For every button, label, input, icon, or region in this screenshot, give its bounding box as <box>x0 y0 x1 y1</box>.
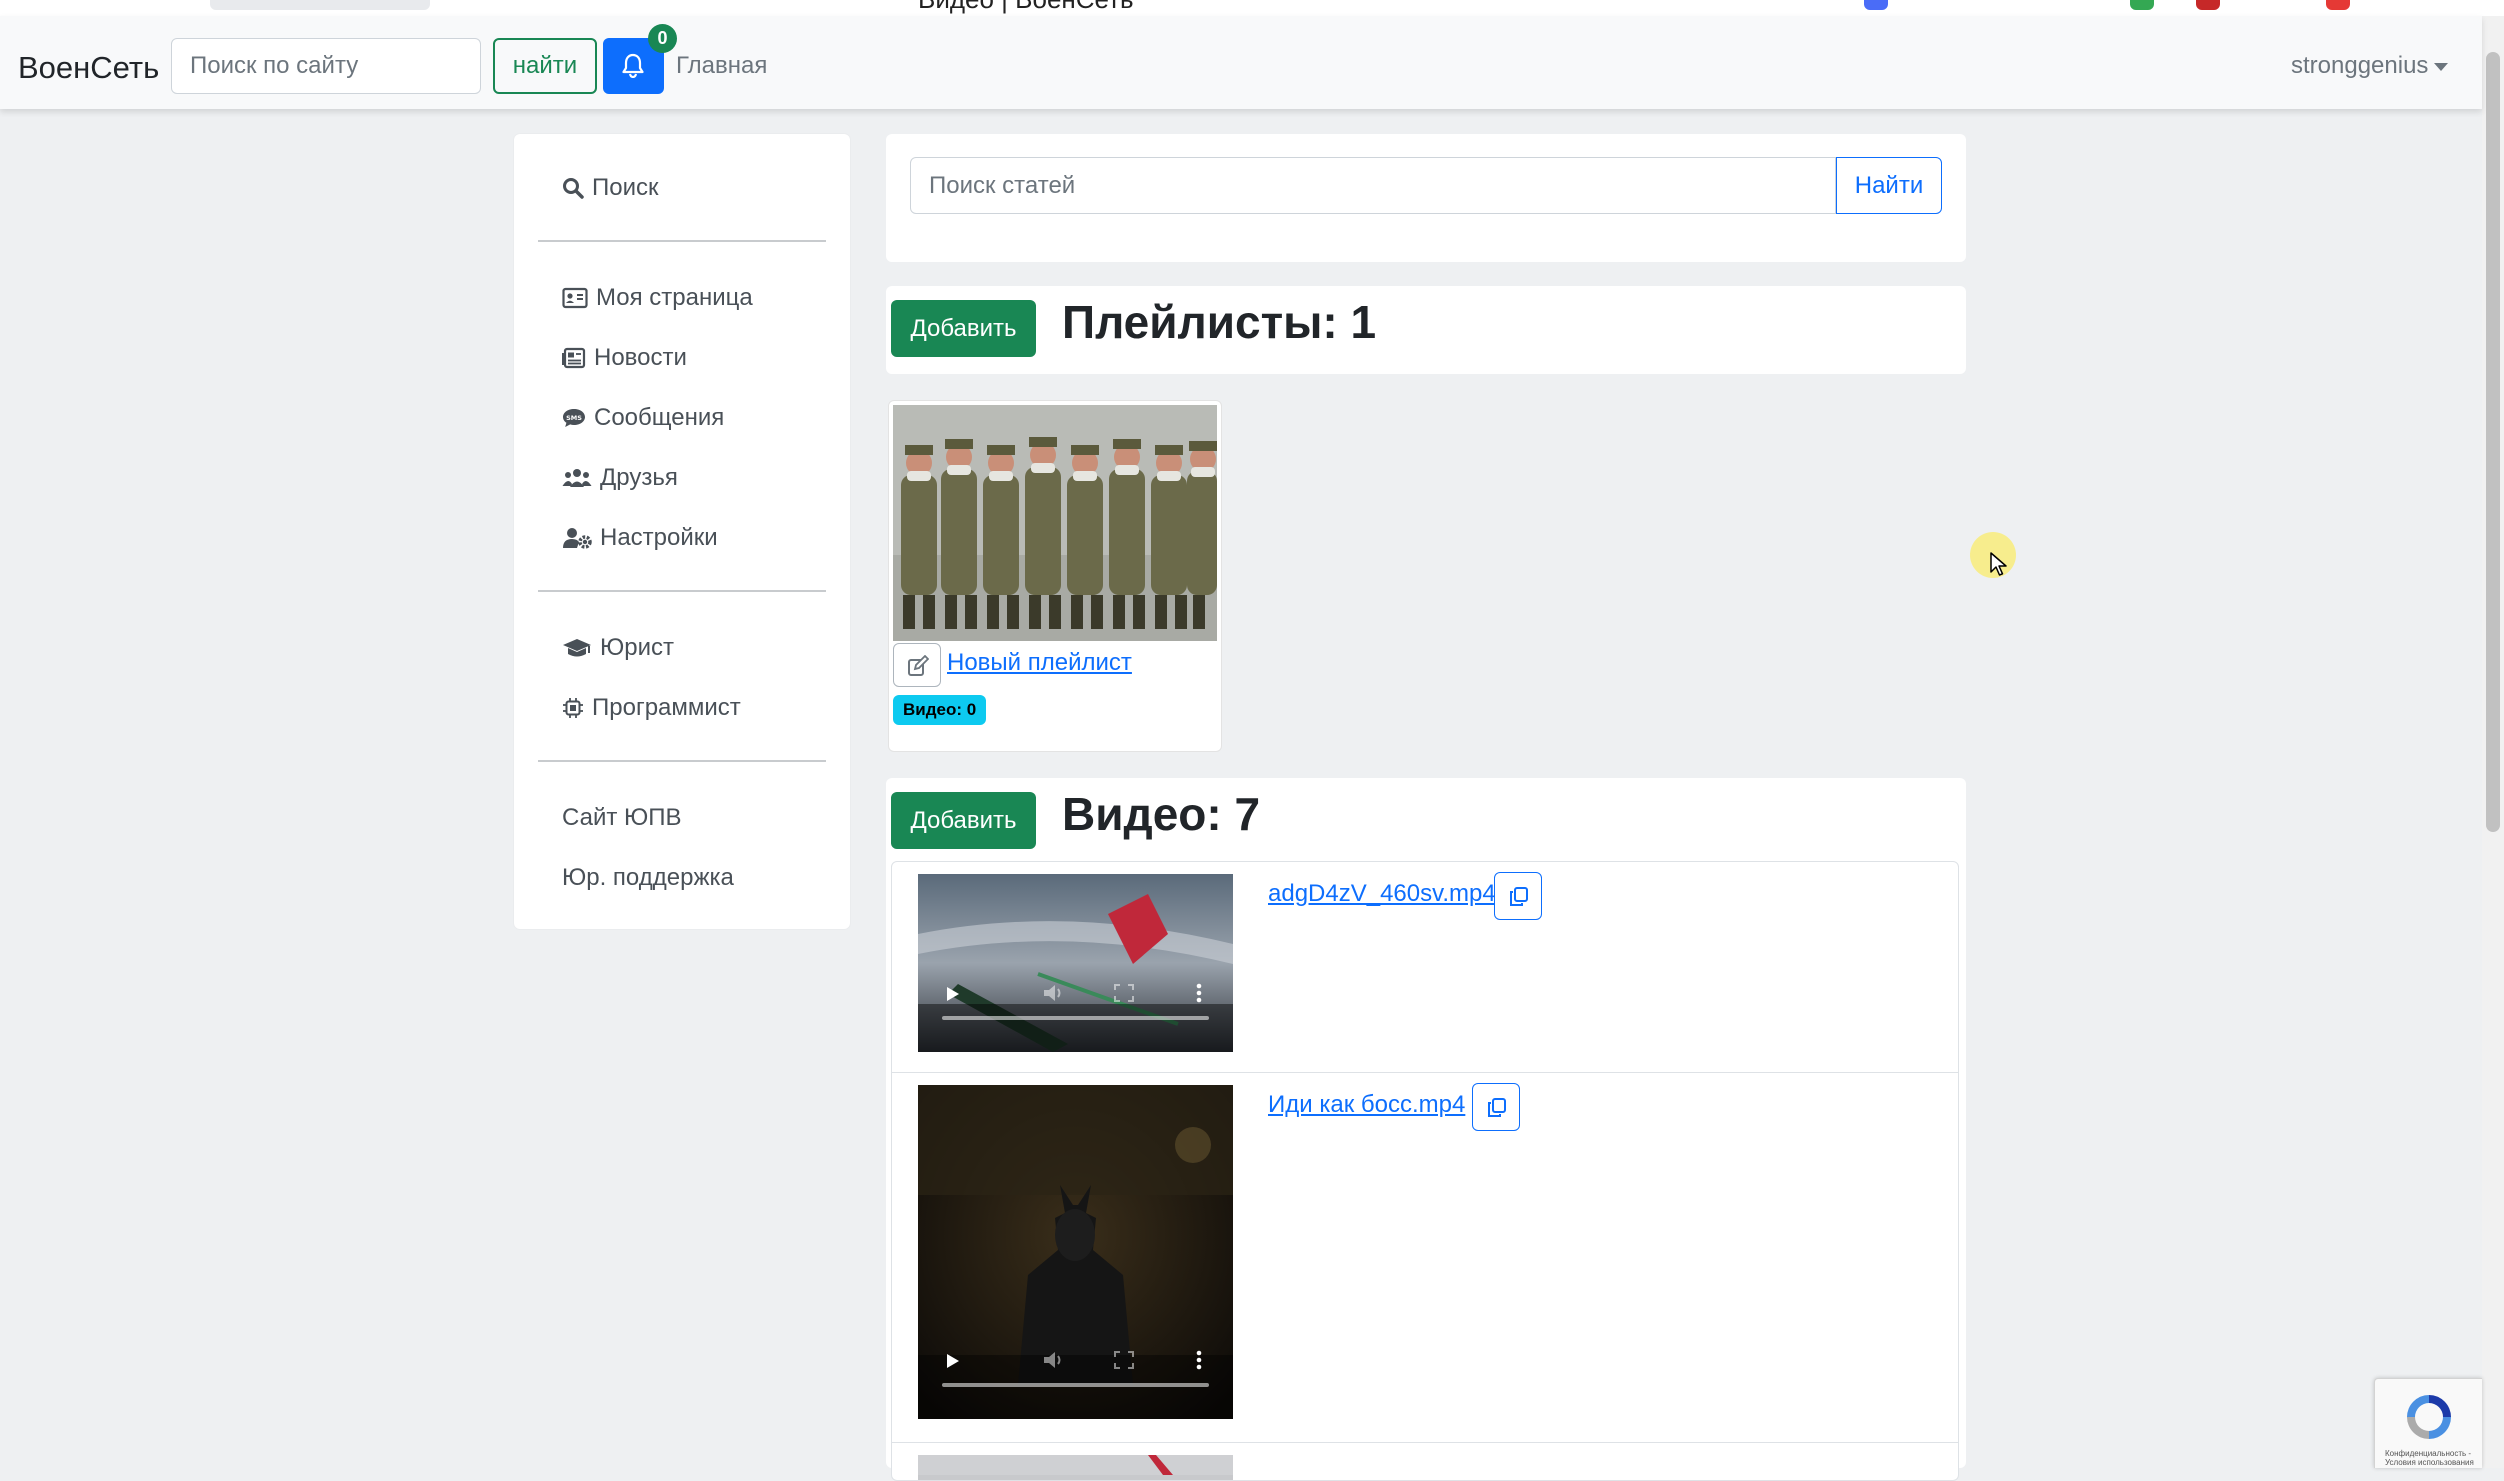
sidebar-divider <box>538 240 826 242</box>
playlists-title: Плейлисты: 1 <box>1062 296 1377 348</box>
sidebar-divider <box>538 590 826 592</box>
extension-icon[interactable] <box>2196 0 2220 10</box>
site-brand[interactable]: ВоенСеть <box>18 50 159 86</box>
playlist-thumbnail-image <box>893 405 1217 641</box>
playlist-card: Новый плейлист Видео: 0 <box>888 400 1222 752</box>
edit-playlist-button[interactable] <box>893 643 941 687</box>
top-navbar: ВоенСеть найти 0 Главная stronggenius <box>0 16 2482 109</box>
sidebar-item-news[interactable]: Новости <box>562 344 687 372</box>
sidebar-item-label: Программист <box>592 694 741 721</box>
svg-text:SMS: SMS <box>566 414 582 422</box>
fullscreen-icon[interactable] <box>1114 984 1134 1002</box>
video-player[interactable] <box>918 1085 1233 1419</box>
browser-page-title: Видео | ВоенСеть <box>918 0 1134 15</box>
site-search-button[interactable]: найти <box>493 38 597 94</box>
more-options-icon[interactable] <box>1196 1350 1202 1370</box>
sidebar-item-label: Юрист <box>600 634 674 661</box>
article-search-button[interactable]: Найти <box>1836 157 1942 214</box>
cpu-icon <box>563 698 583 718</box>
sidebar-item-search[interactable]: Поиск <box>562 174 659 202</box>
fullscreen-icon[interactable] <box>1114 1351 1134 1369</box>
video-list: adgD4zV_460sv.mp4 Иди как босс.mp4 <box>891 861 1959 1481</box>
caret-down-icon <box>2434 62 2449 71</box>
sidebar-item-settings[interactable]: Настройки <box>562 524 718 552</box>
playlist-video-count-badge: Видео: 0 <box>893 695 987 725</box>
users-icon <box>562 469 592 487</box>
copy-icon <box>1510 887 1528 906</box>
sidebar-item-messages[interactable]: SMS Сообщения <box>562 404 724 432</box>
copy-link-button[interactable] <box>1472 1083 1520 1131</box>
add-video-button[interactable]: Добавить <box>891 792 1036 849</box>
extension-icon[interactable] <box>2326 0 2350 10</box>
extension-icon[interactable] <box>2130 0 2154 10</box>
id-card-icon <box>562 287 588 309</box>
volume-icon[interactable] <box>1043 1351 1065 1369</box>
video-row <box>892 1443 1958 1480</box>
mouse-cursor <box>1970 532 2016 578</box>
sidebar-item-upv-site[interactable]: Сайт ЮПВ <box>562 804 682 832</box>
search-icon <box>563 178 584 199</box>
video-player[interactable] <box>918 1455 1233 1480</box>
username: stronggenius <box>2291 52 2429 79</box>
sidebar-item-programmer[interactable]: Программист <box>562 694 741 722</box>
video-controls <box>918 1339 1233 1419</box>
browser-chrome: Видео | ВоенСеть <box>0 0 2504 16</box>
sidebar-item-label: Сайт ЮПВ <box>562 804 682 831</box>
newspaper-icon <box>562 347 586 369</box>
play-icon[interactable] <box>946 986 960 1002</box>
cursor-arrow-icon <box>1990 552 2007 576</box>
recaptcha-terms-text[interactable]: Условия использования <box>2385 1458 2474 1467</box>
pencil-square-icon <box>908 655 929 676</box>
sidebar-item-legal-support[interactable]: Юр. поддержка <box>562 864 734 892</box>
sms-chat-icon: SMS <box>563 409 585 427</box>
video-row: Иди как босс.mp4 <box>892 1073 1958 1443</box>
recaptcha-text: Конфиденциальность - Условия использован… <box>2385 1449 2474 1467</box>
sidebar: Поиск Моя страница Новости SMS Сообщения… <box>514 134 850 929</box>
sidebar-item-label: Сообщения <box>594 404 725 431</box>
recaptcha-privacy-text[interactable]: Конфиденциальность - <box>2385 1449 2474 1458</box>
video-frame <box>918 1455 1233 1475</box>
sidebar-item-label: Друзья <box>600 464 678 491</box>
site-search-input[interactable] <box>171 38 481 94</box>
scrollbar-thumb[interactable] <box>2486 52 2500 832</box>
user-menu-toggle[interactable]: stronggenius <box>2291 52 2449 80</box>
video-row: adgD4zV_460sv.mp4 <box>892 862 1958 1073</box>
video-player[interactable] <box>918 874 1233 1052</box>
copy-link-button[interactable] <box>1494 872 1542 920</box>
bell-icon <box>622 53 644 78</box>
playlist-thumbnail[interactable] <box>893 405 1217 641</box>
video-file-link[interactable]: Иди как босс.mp4 <box>1268 1091 1465 1119</box>
nav-home-link[interactable]: Главная <box>676 52 767 80</box>
playlists-header-card <box>886 286 1966 374</box>
video-progress-bar[interactable] <box>942 1016 1209 1020</box>
article-search-input[interactable] <box>910 157 1836 214</box>
more-options-icon[interactable] <box>1196 983 1202 1003</box>
play-icon[interactable] <box>946 1353 960 1369</box>
sidebar-item-label: Поиск <box>592 174 659 201</box>
url-pill[interactable] <box>210 0 430 10</box>
playlist-name-link[interactable]: Новый плейлист <box>947 649 1132 677</box>
user-gear-icon <box>563 528 592 549</box>
add-playlist-button[interactable]: Добавить <box>891 300 1036 357</box>
sidebar-item-label: Новости <box>594 344 687 371</box>
sidebar-item-my-page[interactable]: Моя страница <box>562 284 753 312</box>
video-controls <box>918 972 1233 1052</box>
videos-title: Видео: 7 <box>1062 788 1261 840</box>
copy-icon <box>1488 1098 1506 1117</box>
graduation-cap-icon <box>563 639 591 657</box>
sidebar-item-label: Юр. поддержка <box>562 864 734 891</box>
recaptcha-badge[interactable]: Конфиденциальность - Условия использован… <box>2374 1378 2482 1468</box>
volume-icon[interactable] <box>1043 984 1065 1002</box>
sidebar-item-friends[interactable]: Друзья <box>562 464 678 492</box>
recaptcha-logo-icon <box>2407 1395 2451 1439</box>
video-file-link[interactable]: adgD4zV_460sv.mp4 <box>1268 880 1496 908</box>
sidebar-item-label: Настройки <box>600 524 718 551</box>
notifications-badge: 0 <box>648 24 677 53</box>
extension-icon[interactable] <box>1864 0 1888 10</box>
sidebar-divider <box>538 760 826 762</box>
video-progress-bar[interactable] <box>942 1383 1209 1387</box>
sidebar-item-label: Моя страница <box>596 284 753 311</box>
sidebar-item-lawyer[interactable]: Юрист <box>562 634 674 662</box>
